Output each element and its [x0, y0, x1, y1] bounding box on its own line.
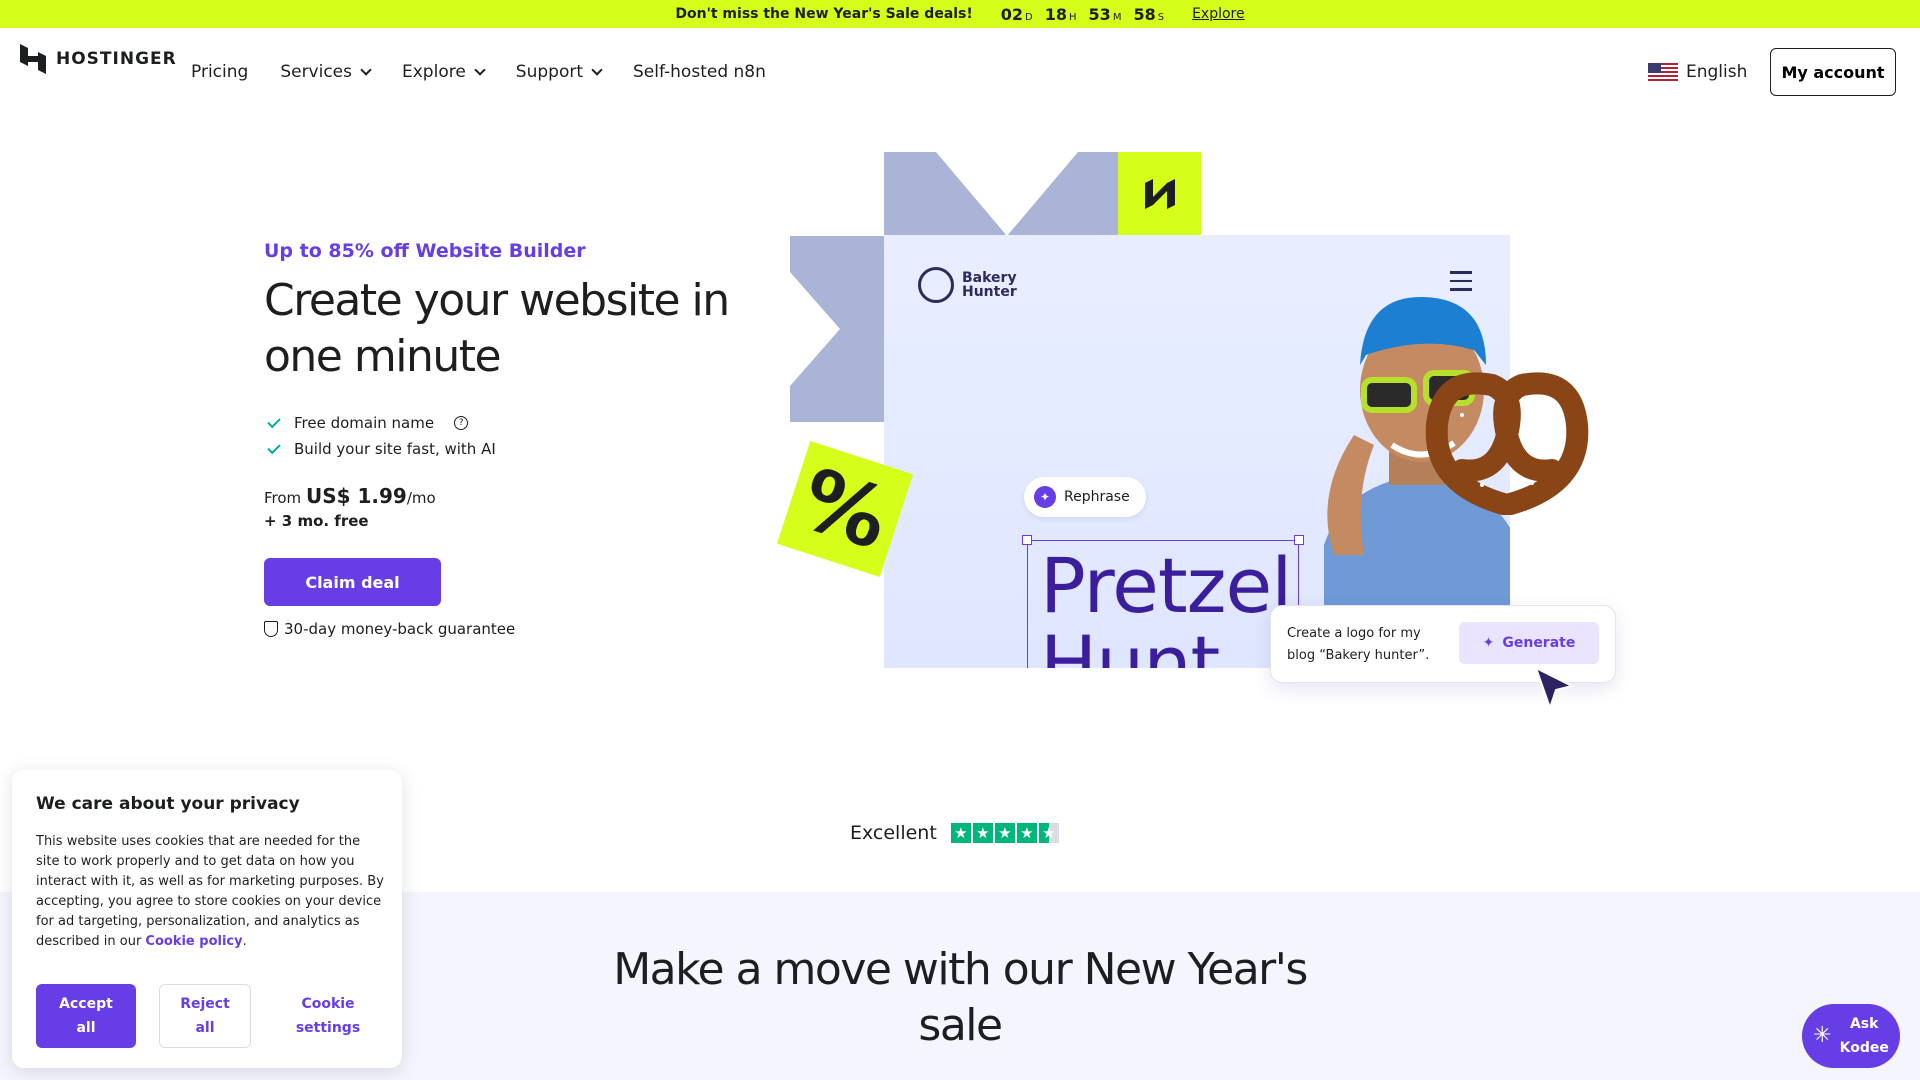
rephrase-label: Rephrase	[1064, 489, 1130, 505]
resize-handle[interactable]	[1294, 535, 1304, 545]
main-nav: Pricing Services Explore Support Self-ho…	[191, 62, 766, 82]
nav-services-label: Services	[280, 62, 352, 82]
cookie-settings-button[interactable]: Cookie settings	[274, 984, 382, 1048]
bakery-hunter-name: Bakery Hunter	[962, 270, 1017, 300]
help-icon[interactable]: ?	[454, 416, 469, 430]
rating-label: Excellent	[850, 822, 937, 844]
feature-label: Free domain name	[294, 414, 435, 432]
shield-icon	[264, 621, 278, 637]
generate-button[interactable]: ✦ Generate	[1459, 622, 1599, 664]
feature-item: Build your site fast, with AI	[267, 436, 496, 462]
generate-label: Generate	[1502, 635, 1576, 651]
deco-notch	[790, 272, 840, 386]
site-preview: Bakery Hunter ✦ Rephrase Pretzel Hunt	[884, 235, 1510, 668]
hostinger-mark-icon	[1144, 178, 1175, 209]
price-suffix: /mo	[406, 489, 436, 507]
chevron-down-icon	[360, 63, 372, 76]
check-icon	[267, 440, 281, 454]
countdown-timer: 02 D 18 H 53 M 58 S	[1001, 5, 1164, 24]
deco-notch	[936, 152, 1078, 236]
cookie-banner: We care about your privacy This website …	[12, 770, 402, 1068]
cookie-policy-link[interactable]: Cookie policy	[145, 934, 242, 949]
site-header: HOSTINGER Pricing Services Explore Suppo…	[0, 28, 1920, 116]
chevron-down-icon	[591, 63, 603, 76]
my-account-button[interactable]: My account	[1770, 48, 1896, 96]
trustpilot-rating[interactable]: Excellent ★ ★ ★ ★ ★	[850, 822, 1059, 844]
countdown-minutes: 53 M	[1088, 4, 1122, 24]
nav-pricing-label: Pricing	[191, 62, 249, 82]
cookie-title: We care about your privacy	[36, 794, 300, 814]
nav-self-hosted-n8n[interactable]: Self-hosted n8n	[633, 62, 766, 82]
rephrase-chip[interactable]: ✦ Rephrase	[1024, 477, 1146, 517]
accept-all-button[interactable]: Accept all	[36, 984, 136, 1048]
star-icon: ★	[950, 823, 971, 843]
check-icon	[267, 414, 281, 428]
bonus-text: + 3 mo. free	[264, 512, 369, 530]
pretzel-image	[1425, 372, 1589, 515]
resize-handle[interactable]	[1022, 535, 1032, 545]
chevron-down-icon	[474, 63, 486, 76]
rating-stars: ★ ★ ★ ★ ★	[950, 823, 1059, 843]
star-icon: ★	[994, 823, 1015, 843]
guarantee-label: 30-day money-back guarantee	[284, 620, 516, 638]
nav-support[interactable]: Support	[515, 62, 603, 82]
feature-item: Free domain name ?	[267, 410, 496, 436]
logo-tile	[1118, 152, 1201, 235]
promo-message: Don't miss the New Year's Sale deals!	[675, 6, 973, 22]
hostinger-logo[interactable]: HOSTINGER	[20, 44, 177, 74]
price-value: US$ 1.99	[305, 484, 407, 508]
headline-selection-box: Pretzel Hunt	[1022, 535, 1304, 669]
star-half-icon: ★	[1038, 823, 1059, 843]
us-flag-icon	[1648, 63, 1678, 81]
mouse-cursor-icon	[1534, 666, 1575, 712]
preview-headline: Pretzel Hunt	[1040, 541, 1292, 669]
kodee-assistant-icon: ✳	[1813, 1023, 1832, 1048]
sparkle-icon: ✦	[1482, 635, 1495, 651]
countdown-days: 02 D	[1000, 4, 1033, 24]
bakery-hunter-logo: Bakery Hunter	[918, 267, 1017, 303]
countdown-hours: 18 H	[1044, 4, 1077, 24]
guarantee: 30-day money-back guarantee	[264, 620, 515, 638]
hostinger-logo-icon	[20, 44, 46, 74]
ask-kodee-button[interactable]: ✳ Ask Kodee	[1802, 1004, 1900, 1068]
feature-list: Free domain name ? Build your site fast,…	[267, 410, 496, 462]
kodee-label: Ask Kodee	[1839, 1016, 1889, 1056]
claim-deal-button[interactable]: Claim deal	[264, 558, 441, 606]
sale-title: Make a move with our New Year's sale	[613, 944, 1308, 1051]
hamburger-menu-icon[interactable]	[1450, 271, 1472, 297]
hero-title: Create your website in one minute	[264, 275, 730, 382]
price-prefix: From	[264, 489, 302, 507]
hero-eyebrow: Up to 85% off Website Builder	[264, 240, 586, 262]
reject-all-button[interactable]: Reject all	[159, 984, 251, 1048]
nav-support-label: Support	[515, 62, 583, 82]
sparkle-icon: ✦	[1034, 486, 1056, 508]
feature-label: Build your site fast, with AI	[294, 440, 496, 458]
countdown-seconds: 58 S	[1133, 4, 1165, 24]
star-icon: ★	[972, 823, 993, 843]
promo-bar: Don't miss the New Year's Sale deals! 02…	[0, 0, 1920, 28]
nav-explore[interactable]: Explore	[402, 62, 486, 82]
nav-services[interactable]: Services	[280, 62, 372, 82]
magnifier-icon	[918, 267, 954, 303]
nav-explore-label: Explore	[402, 62, 466, 82]
hero-illustration: Bakery Hunter ✦ Rephrase Pretzel Hunt % …	[776, 150, 1642, 720]
language-selector[interactable]: English	[1648, 62, 1747, 82]
cookie-body: This website uses cookies that are neede…	[36, 834, 384, 949]
nav-n8n-label: Self-hosted n8n	[633, 62, 766, 82]
promo-explore-link[interactable]: Explore	[1192, 6, 1245, 22]
nav-pricing[interactable]: Pricing	[191, 62, 248, 82]
star-icon: ★	[1016, 823, 1037, 843]
price-line: From US$ 1.99/mo	[264, 484, 436, 508]
prompt-text: Create a logo for my blog “Bakery hunter…	[1287, 626, 1430, 663]
language-label: English	[1686, 62, 1748, 82]
logo-text: HOSTINGER	[56, 49, 177, 69]
